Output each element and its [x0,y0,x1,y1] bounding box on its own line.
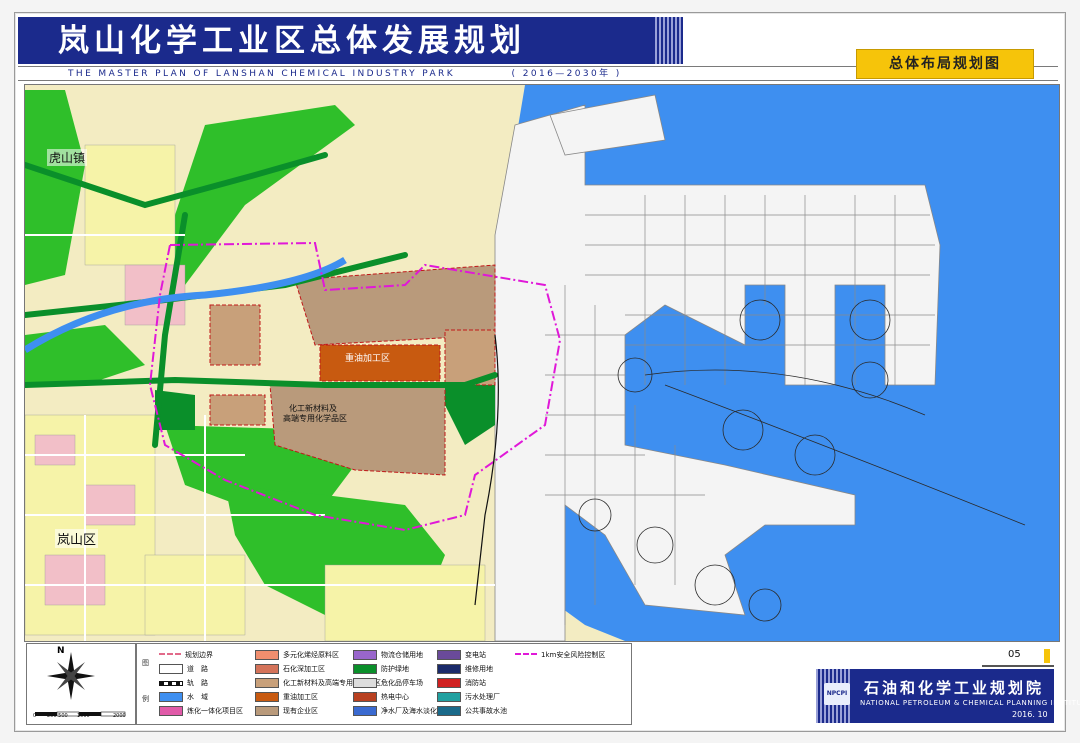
legend-label: 多元化烯烃原料区 [283,651,339,659]
legend-swatch [437,650,461,660]
legend-swatch [437,664,461,674]
legend-swatch [353,692,377,702]
legend-label: 重油加工区 [283,693,318,701]
planning-map: 虎山镇 岚山区 重油加工区 化工新材料及 高端专用化学品区 [24,84,1060,642]
page-number: 05 [982,649,1054,667]
legend-swatch [515,653,537,657]
legend-label: 水 域 [187,693,208,701]
legend-area: N 0 200 500 1000 2000 图 例 规划边界 道 路 轨 路 水… [24,643,1080,725]
legend-item: 多元化烯烃原料区 [255,650,339,660]
legend-swatch [255,678,279,688]
legend-item: 现有企业区 [255,706,318,716]
legend-item: 危化品停车场 [353,678,423,688]
legend-box: 图 例 规划边界道 路轨 路水 域炼化一体化项目区 多元化烯烃原料区 石化深加工区化… [136,643,632,725]
legend-item: 道 路 [159,664,208,674]
legend-label: 热电中心 [381,693,409,701]
legend-swatch [159,692,183,702]
title-band-hatch [655,17,683,64]
page-frame: 岚山化学工业区总体发展规划 THE MASTER PLAN OF LANSHAN… [0,0,1080,743]
legend-label: 炼化一体化项目区 [187,707,243,715]
page-number-marker [1044,649,1050,663]
label-heavy-oil-zone: 重油加工区 [345,354,391,364]
legend-label: 净水厂及海水淡化 [381,707,437,715]
legend-label: 防护绿地 [381,665,409,673]
legend-side-char-1: 图 [142,659,149,667]
legend-label: 危化品停车场 [381,679,423,687]
compass-box: N 0 200 500 1000 2000 [26,643,136,725]
legend-swatch [353,664,377,674]
label-new-material-zone-line2: 高端专用化学品区 [283,414,347,423]
institute-name-cn: 石油和化学工业规划院 [864,679,1045,697]
legend-swatch [353,678,377,688]
legend-item: 1km安全风险控制区 [515,650,605,660]
zone-west-north [209,304,261,366]
legend-item: 热电中心 [353,692,409,702]
legend-swatch [255,692,279,702]
legend-item: 轨 路 [159,678,208,688]
legend-item: 维修用地 [437,664,493,674]
legend-item: 重油加工区 [255,692,318,702]
legend-side-char-2: 例 [142,695,149,703]
map-canvas [25,85,1059,641]
legend-label: 规划边界 [185,651,213,659]
legend-swatch [159,680,183,686]
page-subtitle: THE MASTER PLAN OF LANSHAN CHEMICAL INDU… [68,66,708,80]
legend-label: 消防站 [465,679,486,687]
scale-label-1: 200 500 [47,713,68,719]
legend-swatch [353,706,377,716]
legend-label: 公共事故水池 [465,707,507,715]
subtitle-english: THE MASTER PLAN OF LANSHAN CHEMICAL INDU… [68,69,455,79]
legend-swatch [437,706,461,716]
header-rule-bottom [18,80,1058,81]
legend-swatch [255,650,279,660]
legend-swatch [255,664,279,674]
scale-bar: 0 200 500 1000 2000 [33,704,129,722]
scale-label-3: 2000 [113,713,126,719]
page-number-text: 05 [1008,649,1021,660]
legend-label: 污水处理厂 [465,693,500,701]
legend-label: 变电站 [465,651,486,659]
legend-label: 道 路 [187,665,208,673]
zone-west-small [209,394,266,426]
compass-rose-icon [47,652,95,700]
scale-label-0: 0 [33,713,37,719]
subtitle-period: ( 2016—2030年 ) [511,69,622,79]
legend-swatch [437,692,461,702]
legend-label: 维修用地 [465,665,493,673]
legend-item: 公共事故水池 [437,706,507,716]
legend-item: 净水厂及海水淡化 [353,706,437,716]
institute-name-en: NATIONAL PETROLEUM & CHEMICAL PLANNING I… [860,699,1080,707]
sheet-name-badge: 总体布局规划图 [856,49,1034,79]
legend-label: 物流仓储用地 [381,651,423,659]
legend-item: 水 域 [159,692,208,702]
legend-item: 规划边界 [159,650,213,660]
legend-label: 石化深加工区 [283,665,325,673]
legend-swatch [437,678,461,688]
legend-item: 石化深加工区 [255,664,325,674]
legend-swatch [353,650,377,660]
legend-swatch [159,706,183,716]
page-title: 岚山化学工业区总体发展规划 [58,23,526,59]
legend-swatch [159,653,181,657]
legend-item: 防护绿地 [353,664,409,674]
scale-label-2: 1000 [77,713,90,719]
legend-item: 污水处理厂 [437,692,500,702]
label-lanshan-district: 岚山区 [55,529,99,548]
legend-item: 物流仓储用地 [353,650,423,660]
legend-label: 现有企业区 [283,707,318,715]
legend-item: 消防站 [437,678,486,688]
legend-label: 1km安全风险控制区 [541,651,606,659]
label-hushan-town: 虎山镇 [47,149,88,166]
legend-item: 炼化一体化项目区 [159,706,243,716]
legend-label: 轨 路 [187,679,208,687]
legend-swatch [255,706,279,716]
institute-logo: NPCPI [824,683,850,705]
plan-date: 2016. 10 [1012,710,1048,719]
legend-side-title: 图 例 [137,644,155,724]
legend-item: 变电站 [437,650,486,660]
legend-swatch [159,664,183,674]
